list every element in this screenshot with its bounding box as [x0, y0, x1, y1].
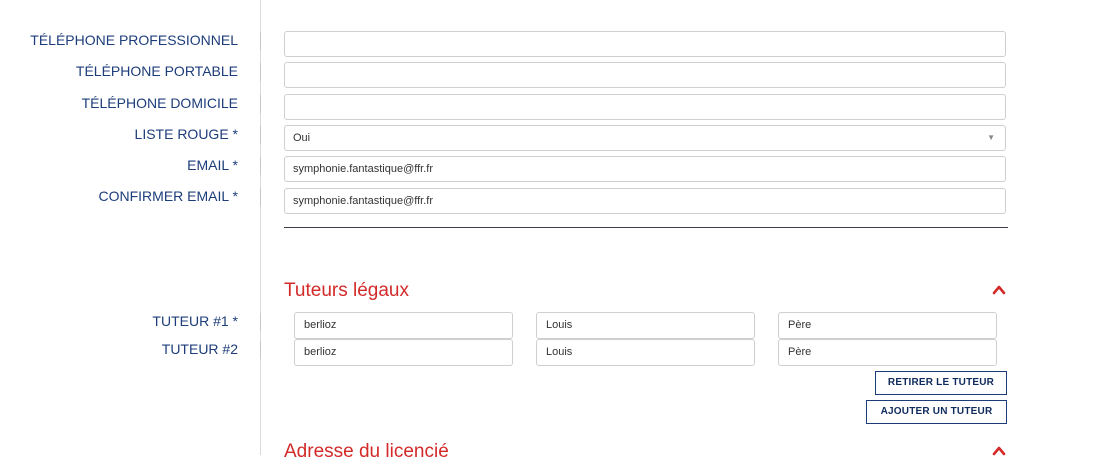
- row-tick: [260, 63, 261, 81]
- row-tick: [260, 157, 261, 175]
- tuteur-2-nom-input[interactable]: berlioz: [294, 339, 513, 366]
- telephone-pro-input[interactable]: [284, 31, 1006, 57]
- telephone-portable-label: TÉLÉPHONE PORTABLE: [75, 63, 238, 79]
- tuteur-1-lien-input[interactable]: Père: [778, 312, 997, 339]
- section-divider: [284, 227, 1008, 228]
- tuteur-2-label: TUTEUR #2: [161, 341, 238, 357]
- email-input[interactable]: symphonie.fantastique@ffr.fr: [284, 156, 1006, 182]
- row-tick: [260, 32, 261, 50]
- tuteur-1-prenom-input[interactable]: Louis: [536, 312, 755, 339]
- telephone-domicile-input[interactable]: [284, 94, 1006, 120]
- confirm-email-input[interactable]: symphonie.fantastique@ffr.fr: [284, 188, 1006, 214]
- tuteurs-section-title: Tuteurs légaux: [284, 280, 409, 301]
- adresse-section-title: Adresse du licencié: [284, 441, 449, 462]
- tuteur-1-nom-input[interactable]: berlioz: [294, 312, 513, 339]
- row-tick: [260, 188, 261, 206]
- row-tick: [260, 341, 261, 359]
- row-tick: [260, 126, 261, 144]
- telephone-domicile-label: TÉLÉPHONE DOMICILE: [81, 95, 238, 111]
- row-tick: [260, 95, 261, 113]
- liste-rouge-label: LISTE ROUGE *: [134, 126, 238, 142]
- add-tutor-button[interactable]: AJOUTER UN TUTEUR: [866, 400, 1007, 424]
- email-label: EMAIL *: [187, 157, 238, 173]
- telephone-portable-input[interactable]: [284, 62, 1006, 88]
- tuteur-2-lien-input[interactable]: Père: [778, 339, 997, 366]
- confirm-email-label: CONFIRMER EMAIL *: [98, 188, 239, 204]
- liste-rouge-select[interactable]: Oui ▼: [284, 125, 1006, 151]
- remove-tutor-button[interactable]: RETIRER LE TUTEUR: [875, 371, 1007, 395]
- row-tick: [260, 313, 261, 331]
- telephone-pro-label: TÉLÉPHONE PROFESSIONNEL: [30, 32, 238, 48]
- liste-rouge-value: Oui: [293, 132, 311, 144]
- chevron-up-icon[interactable]: [991, 282, 1007, 298]
- tuteur-1-label: TUTEUR #1 *: [152, 313, 238, 329]
- caret-down-icon: ▼: [987, 133, 995, 142]
- tuteur-2-prenom-input[interactable]: Louis: [536, 339, 755, 366]
- chevron-up-icon[interactable]: [991, 443, 1007, 459]
